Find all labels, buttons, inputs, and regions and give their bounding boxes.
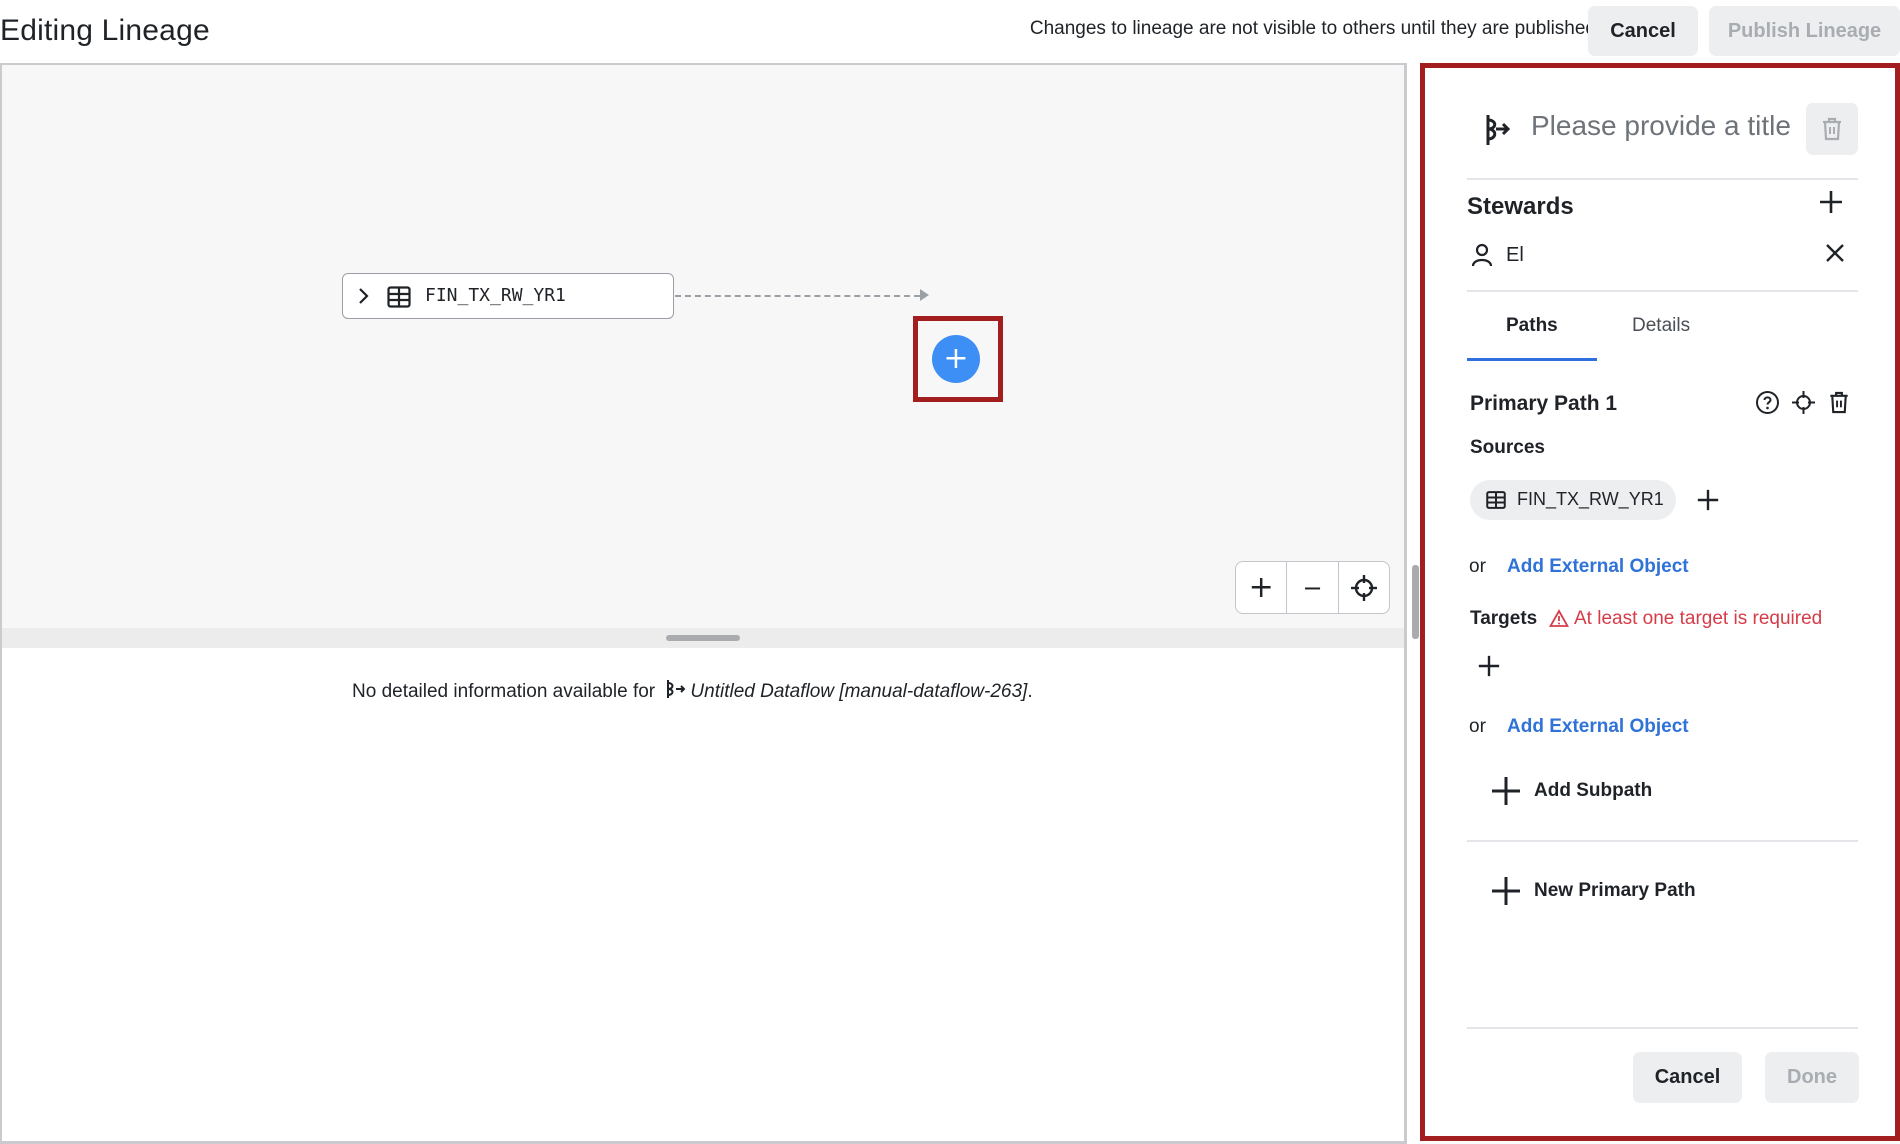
details-empty-message: No detailed information available for Un… (352, 678, 1033, 706)
publish-lineage-button[interactable]: Publish Lineage (1709, 6, 1900, 56)
lineage-edge (675, 295, 920, 297)
add-target-node-button[interactable]: + (932, 335, 980, 383)
chevron-right-icon[interactable] (357, 286, 371, 311)
publish-notice: Changes to lineage are not visible to ot… (1029, 18, 1596, 39)
panel-highlight-box (1420, 63, 1900, 1141)
resizer-handle[interactable] (666, 635, 740, 641)
header-bar: Editing Lineage Changes to lineage are n… (0, 0, 1900, 62)
dataflow-icon (664, 678, 686, 706)
canvas-right-border (1404, 63, 1407, 1143)
node-label: FIN_TX_RW_YR1 (425, 285, 566, 306)
fit-view-button[interactable] (1339, 562, 1389, 613)
panel-resize-handle[interactable] (1412, 565, 1419, 639)
cancel-button[interactable]: Cancel (1588, 6, 1698, 56)
page-title: Editing Lineage (0, 14, 210, 47)
details-message-suffix: . (1027, 681, 1033, 703)
zoom-controls: + − (1235, 561, 1390, 614)
lineage-node[interactable]: FIN_TX_RW_YR1 (342, 273, 674, 319)
table-icon (387, 286, 411, 308)
zoom-out-button[interactable]: − (1287, 562, 1339, 613)
dataflow-name: Untitled Dataflow [manual-dataflow-263] (690, 681, 1028, 703)
details-message-prefix: No detailed information available for (352, 681, 656, 703)
lineage-canvas[interactable] (0, 63, 1407, 628)
crosshair-icon (1350, 574, 1377, 601)
edge-arrowhead (920, 289, 929, 301)
details-area (2, 648, 1404, 1143)
zoom-in-button[interactable]: + (1236, 562, 1288, 613)
